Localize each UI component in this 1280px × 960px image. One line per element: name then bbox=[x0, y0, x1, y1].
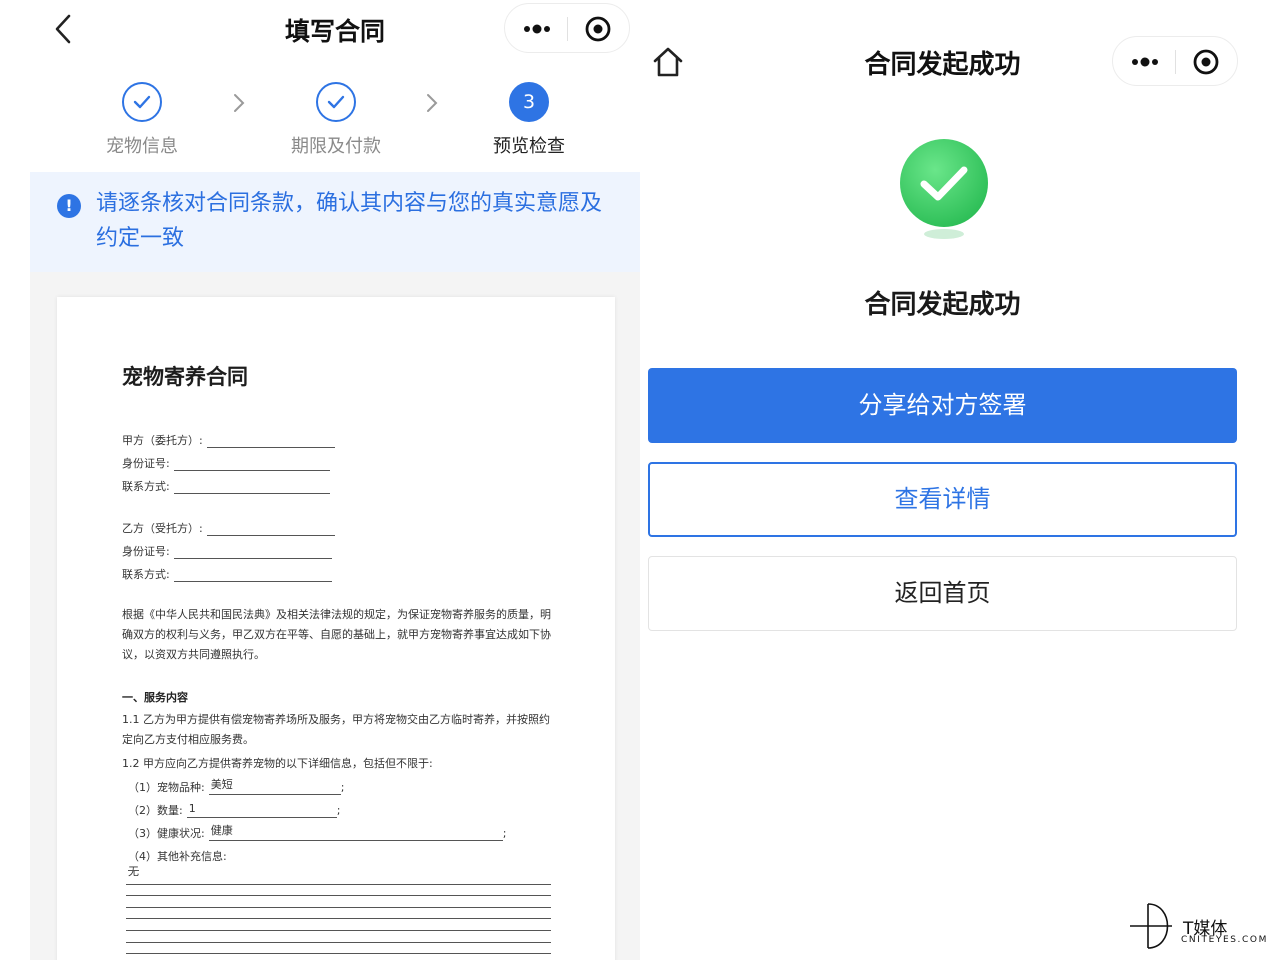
success-check-icon bbox=[898, 136, 990, 246]
step-preview-check[interactable]: 3 预览检查 bbox=[439, 70, 619, 158]
left-panel: 填写合同 宠物信息 期限及付款 3 预览检查 ! 请逐条核对合同条款，确认其内容… bbox=[0, 0, 640, 960]
capsule-menu bbox=[504, 3, 630, 53]
home-icon[interactable] bbox=[650, 44, 686, 80]
step-term-payment[interactable]: 期限及付款 bbox=[246, 70, 426, 158]
close-miniprogram-icon[interactable] bbox=[1191, 47, 1221, 77]
step-label: 宠物信息 bbox=[106, 136, 178, 157]
clause-1-2: 1.2 甲方应向乙方提供寄养宠物的以下详细信息，包括但不限于: bbox=[122, 757, 433, 770]
back-to-home-button[interactable]: 返回首页 bbox=[648, 556, 1237, 631]
capsule-divider bbox=[567, 17, 568, 41]
party-b-contact-field: 联系方式: bbox=[122, 566, 332, 582]
blank-lines bbox=[126, 873, 551, 960]
more-icon[interactable] bbox=[1127, 47, 1163, 77]
section-title: 一、服务内容 bbox=[122, 691, 188, 704]
close-miniprogram-icon[interactable] bbox=[583, 14, 613, 44]
page-title: 合同发起成功 bbox=[864, 50, 1021, 80]
info-icon: ! bbox=[57, 194, 81, 218]
success-title: 合同发起成功 bbox=[864, 290, 1021, 320]
share-to-sign-button[interactable]: 分享给对方签署 bbox=[648, 368, 1237, 443]
view-details-button[interactable]: 查看详情 bbox=[648, 462, 1237, 537]
capsule-divider bbox=[1175, 50, 1176, 74]
step-label: 预览检查 bbox=[493, 136, 565, 157]
pet-count-field: （2）数量: 1; bbox=[128, 802, 341, 818]
pet-health-field: （3）健康状况: 健康; bbox=[128, 824, 507, 841]
contract-preamble: 根据《中华人民共和国民法典》及相关法律法规的规定，为保证宠物寄养服务的质量，明确… bbox=[122, 608, 551, 661]
back-icon[interactable] bbox=[48, 12, 78, 46]
contract-document[interactable]: 宠物寄养合同 甲方（委托方）: 身份证号: 联系方式: 乙方（受托方）: 身份证… bbox=[57, 297, 615, 960]
progress-steps: 宠物信息 期限及付款 3 预览检查 bbox=[0, 70, 640, 170]
more-icon[interactable] bbox=[519, 14, 555, 44]
party-b-name-field: 乙方（受托方）: bbox=[122, 520, 335, 536]
watermark-url: CNITEYES.COM bbox=[1181, 935, 1268, 945]
party-a-name-field: 甲方（委托方）: bbox=[122, 432, 335, 448]
step-number: 3 bbox=[509, 82, 549, 122]
notice-text: 请逐条核对合同条款，确认其内容与您的真实意愿及约定一致 bbox=[96, 191, 603, 251]
step-label: 期限及付款 bbox=[291, 136, 381, 157]
step-pet-info[interactable]: 宠物信息 bbox=[52, 70, 232, 158]
notice-banner: ! 请逐条核对合同条款，确认其内容与您的真实意愿及约定一致 bbox=[30, 172, 640, 272]
capsule-menu bbox=[1112, 36, 1238, 86]
clause-1-1: 1.1 乙方为甲方提供有偿宠物寄养场所及服务，甲方将宠物交由乙方临时寄养，并按照… bbox=[122, 713, 550, 746]
contract-title: 宠物寄养合同 bbox=[122, 365, 248, 389]
party-b-id-field: 身份证号: bbox=[122, 543, 332, 559]
page-title: 填写合同 bbox=[284, 17, 385, 46]
pet-breed-field: （1）宠物品种: 美短; bbox=[128, 778, 345, 795]
check-icon bbox=[316, 82, 356, 122]
navigation-bar: 填写合同 bbox=[0, 0, 640, 60]
pet-other-field: （4）其他补充信息: bbox=[128, 850, 227, 863]
party-a-id-field: 身份证号: bbox=[122, 455, 330, 471]
check-icon bbox=[122, 82, 162, 122]
party-a-contact-field: 联系方式: bbox=[122, 478, 330, 494]
